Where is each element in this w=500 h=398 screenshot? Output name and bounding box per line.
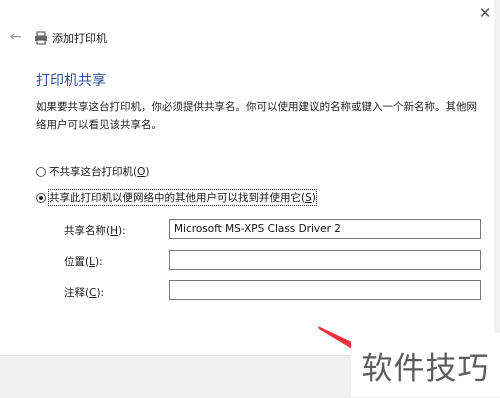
share-option[interactable]: 共享此打印机以便网络中的其他用户可以找到并使用它(S): [36, 189, 317, 206]
page-heading: 打印机共享: [36, 73, 106, 89]
share-name-field[interactable]: [169, 219, 481, 239]
no-share-radio[interactable]: [36, 166, 46, 177]
back-button[interactable]: ←: [10, 28, 24, 46]
add-printer-window: ✕ ← 添加打印机 打印机共享 如果要共享这台打印机，你必须提供共享名。你可以使…: [0, 0, 500, 398]
close-icon: ✕: [478, 4, 492, 22]
location-field[interactable]: [169, 250, 481, 270]
share-label[interactable]: 共享此打印机以便网络中的其他用户可以找到并使用它(S): [48, 189, 317, 206]
printer-icon: [35, 31, 47, 45]
title-bar: ← 添加打印机: [0, 26, 500, 50]
location-label: 位置(L):: [64, 256, 103, 268]
share-radio[interactable]: [36, 192, 46, 203]
window-title: 添加打印机: [52, 32, 107, 45]
comment-label: 注释(C):: [64, 287, 105, 299]
comment-field[interactable]: [169, 280, 481, 300]
page-description: 如果要共享这台打印机，你必须提供共享名。你可以使用建议的名称或键入一个新名称。其…: [36, 101, 477, 131]
back-arrow-icon: ←: [10, 29, 22, 45]
share-name-label: 共享名称(H):: [64, 225, 126, 237]
watermark: 软件技巧: [351, 333, 500, 397]
no-share-label[interactable]: 不共享这台打印机(O): [49, 164, 149, 179]
no-share-option[interactable]: 不共享这台打印机(O): [36, 164, 149, 179]
